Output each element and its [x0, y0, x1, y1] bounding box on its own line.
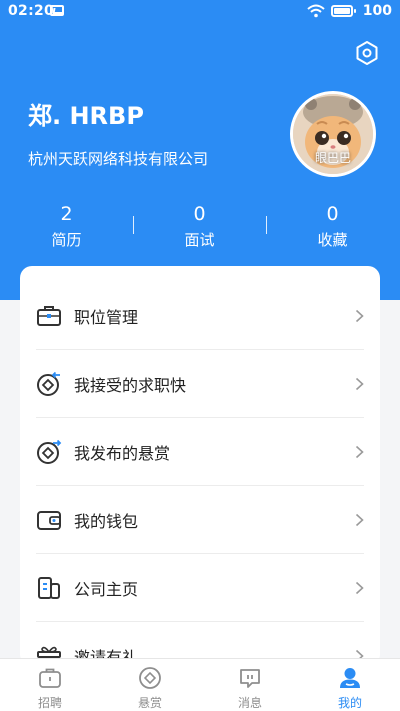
briefcase-icon — [37, 306, 61, 326]
company-name: 杭州天跃网络科技有限公司 — [28, 150, 209, 168]
status-time: 02:20 — [8, 3, 55, 19]
stat-favorites-label: 收藏 — [317, 231, 348, 249]
stats-row: 2 简历 0 面试 0 收藏 — [0, 200, 400, 260]
chevron-right-icon — [355, 309, 364, 323]
coin-icon — [139, 667, 161, 689]
stat-favorites-count: 0 — [326, 203, 339, 225]
chat-icon — [240, 669, 260, 688]
tab-messages[interactable]: 消息 — [200, 659, 300, 711]
chevron-right-icon — [355, 581, 364, 595]
menu-label: 职位管理 — [74, 308, 139, 327]
status-bar: 02:20 100 — [0, 0, 400, 24]
menu-card: 职位管理 我接受的求职快 我发布的悬赏 我的钱包 公司主页 邀请有礼 — [20, 266, 380, 666]
tab-recruit[interactable]: 招聘 — [0, 659, 100, 711]
tab-label: 我的 — [337, 696, 362, 710]
stat-resume[interactable]: 2 简历 — [0, 200, 133, 252]
battery-level: 100 — [362, 3, 392, 19]
building-icon — [38, 577, 60, 599]
stat-resume-count: 2 — [60, 203, 73, 225]
menu-label: 我的钱包 — [74, 512, 139, 531]
menu-label: 我接受的求职快 — [74, 376, 187, 395]
stat-interview[interactable]: 0 面试 — [133, 200, 266, 252]
person-icon — [340, 668, 360, 688]
battery-icon — [330, 5, 356, 17]
coin-send-icon — [37, 439, 62, 464]
avatar-caption: 眼巴巴 — [314, 151, 351, 165]
stat-resume-label: 简历 — [51, 231, 82, 249]
stat-favorites[interactable]: 0 收藏 — [266, 200, 399, 252]
stat-interview-count: 0 — [193, 203, 206, 225]
user-name: 郑. HRBP — [28, 102, 144, 130]
wifi-icon — [307, 4, 325, 18]
menu-label: 公司主页 — [74, 580, 139, 599]
menu-item-published-rewards[interactable]: 我发布的悬赏 — [20, 418, 380, 486]
status-right: 100 — [307, 3, 392, 19]
tab-label: 悬赏 — [137, 696, 162, 710]
chevron-right-icon — [355, 377, 364, 391]
tab-mine[interactable]: 我的 — [300, 659, 400, 711]
menu-item-job-management[interactable]: 职位管理 — [20, 282, 380, 350]
chevron-right-icon — [355, 445, 364, 459]
menu-item-company-page[interactable]: 公司主页 — [20, 554, 380, 622]
menu-item-accepted-jobs[interactable]: 我接受的求职快 — [20, 350, 380, 418]
wallet-icon — [37, 511, 61, 530]
menu-item-wallet[interactable]: 我的钱包 — [20, 486, 380, 554]
profile-header: 02:20 100 郑. HRBP 杭州天跃网络科技有限公司 眼巴巴 2 简历 … — [0, 0, 400, 300]
tab-label: 消息 — [237, 696, 262, 710]
menu-label: 我发布的悬赏 — [74, 444, 171, 463]
bottom-tab-bar: 招聘 悬赏 消息 我的 — [0, 658, 400, 711]
coin-receive-icon — [37, 371, 60, 396]
stat-interview-label: 面试 — [184, 231, 215, 249]
tab-label: 招聘 — [37, 696, 62, 710]
message-notification-icon — [50, 5, 64, 16]
avatar[interactable]: 眼巴巴 — [290, 91, 376, 177]
chevron-right-icon — [355, 513, 364, 527]
tab-reward[interactable]: 悬赏 — [100, 659, 200, 711]
briefcase-icon — [39, 668, 61, 688]
settings-icon[interactable] — [354, 40, 380, 66]
